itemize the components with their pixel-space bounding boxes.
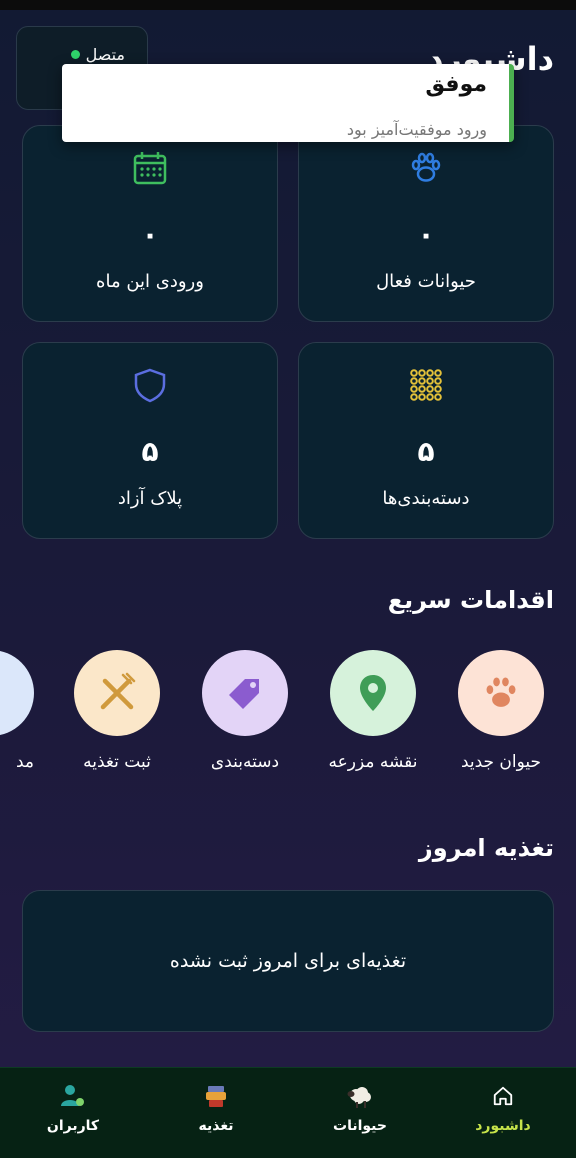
toast-title: موفق <box>425 72 487 97</box>
quick-action-farm-map[interactable]: نقشه مزرعه <box>325 650 421 772</box>
paw-icon <box>458 650 544 736</box>
stat-value: ۵ <box>141 435 159 468</box>
feeding-section-title: تغذیه امروز <box>418 834 554 862</box>
stat-card-monthly-entries[interactable]: ۰ ورودی این ماه <box>22 125 278 322</box>
quick-action-label: دسته‌بندی <box>210 752 280 772</box>
stat-label: ورودی این ماه <box>96 271 204 292</box>
quick-action-label: نقشه مزرعه <box>328 752 418 772</box>
status-bar <box>0 0 576 10</box>
nav-item-dashboard[interactable]: داشبورد <box>448 1082 558 1134</box>
stat-value: ۵ <box>417 435 435 468</box>
map-pin-icon <box>330 650 416 736</box>
quick-actions-title: اقدامات سریع <box>387 586 554 614</box>
bottom-navigation: داشبورد حیوانات تغذیه کاربران <box>0 1067 576 1158</box>
nav-label: کاربران <box>46 1118 100 1134</box>
nav-item-animals[interactable]: حیوانات <box>305 1082 415 1134</box>
quick-action-record-feeding[interactable]: ثبت تغذیه <box>69 650 165 772</box>
quick-action-label: ثبت تغذیه <box>83 752 151 772</box>
grid-dots-icon <box>299 367 553 403</box>
feeding-empty-state: تغذیه‌ای برای امروز ثبت نشده <box>22 890 554 1032</box>
quick-action-partial[interactable]: مد <box>0 650 34 790</box>
stat-value: ۰ <box>141 218 159 251</box>
fork-knife-icon <box>74 650 160 736</box>
quick-action-label: حیوان جدید <box>460 752 542 772</box>
partial-icon <box>0 650 34 736</box>
nav-label: داشبورد <box>475 1118 531 1134</box>
stat-label: پلاک آزاد <box>117 488 183 509</box>
stat-card-free-tags[interactable]: ۵ پلاک آزاد <box>22 342 278 539</box>
quick-action-category[interactable]: دسته‌بندی <box>197 650 293 772</box>
status-dot-icon <box>70 50 80 59</box>
nav-item-users[interactable]: کاربران <box>18 1082 128 1134</box>
stat-label: دسته‌بندی‌ها <box>382 488 470 509</box>
feeding-empty-text: تغذیه‌ای برای امروز ثبت نشده <box>169 950 407 972</box>
stat-label: حیوانات فعال <box>376 271 476 292</box>
success-toast[interactable]: موفق ورود موفقیت‌آمیز بود <box>62 64 514 142</box>
stat-value: ۰ <box>417 218 435 251</box>
nav-label: تغذیه <box>198 1118 234 1134</box>
shield-icon <box>23 367 277 403</box>
nav-label: حیوانات <box>333 1118 387 1134</box>
stat-card-active-animals[interactable]: ۰ حیوانات فعال <box>298 125 554 322</box>
quick-action-new-animal[interactable]: حیوان جدید <box>453 650 549 772</box>
connection-status-label: متصل <box>85 45 125 64</box>
tag-icon <box>202 650 288 736</box>
stat-card-categories[interactable]: ۵ دسته‌بندی‌ها <box>298 342 554 539</box>
calendar-icon <box>23 150 277 186</box>
feeding-icon <box>161 1082 271 1110</box>
paw-icon <box>299 150 553 186</box>
toast-message: ورود موفقیت‌آمیز بود <box>346 120 487 139</box>
home-icon <box>448 1082 558 1110</box>
users-icon <box>18 1082 128 1110</box>
nav-item-feeding[interactable]: تغذیه <box>161 1082 271 1134</box>
sheep-icon <box>305 1082 415 1110</box>
quick-action-label: مد <box>15 752 34 772</box>
